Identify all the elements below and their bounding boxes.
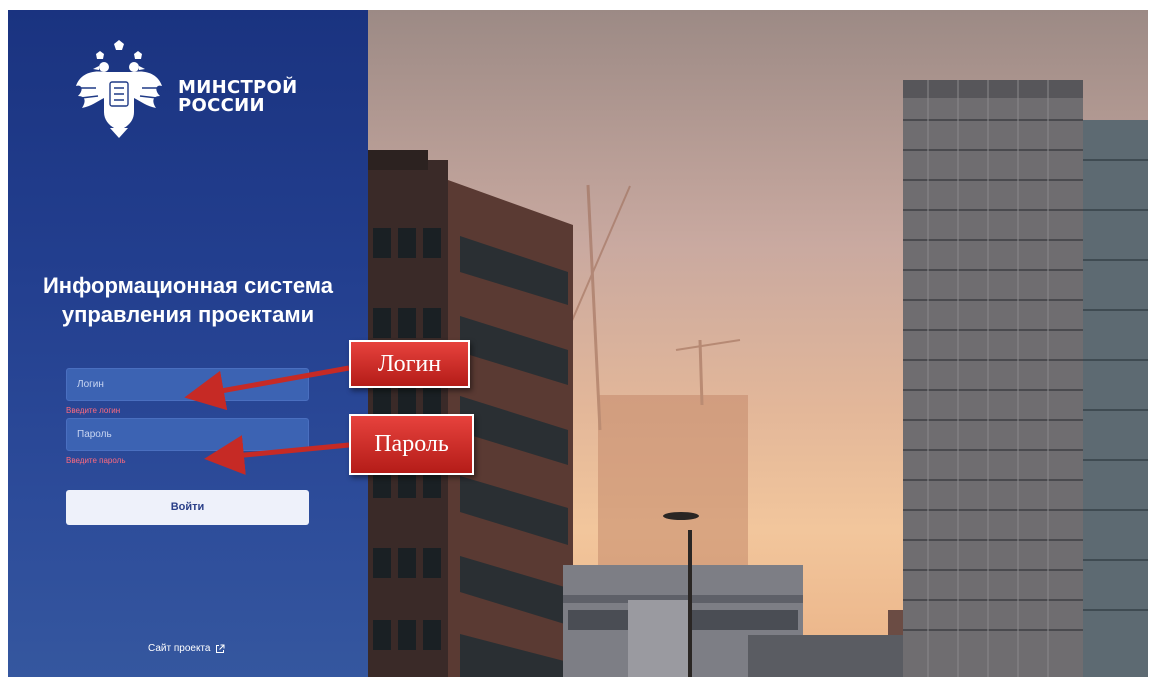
title-line-2: управления проектами xyxy=(61,302,315,327)
project-site-link[interactable]: Сайт проекта xyxy=(148,643,225,654)
external-link-icon xyxy=(216,644,225,653)
title-line-1: Информационная система xyxy=(42,273,334,298)
brand-logotype: МИНСТРОЙ РОССИИ xyxy=(178,79,298,115)
city-skyline-illustration xyxy=(368,80,1148,677)
right-tower xyxy=(903,80,1148,677)
page-title: Информационная система управления проект… xyxy=(8,271,368,329)
auth-panel: МИНСТРОЙ РОССИИ Информационная система у… xyxy=(8,10,368,677)
project-site-link-label: Сайт проекта xyxy=(148,643,211,654)
login-button[interactable]: Войти xyxy=(66,490,309,525)
password-annotation: Пароль xyxy=(349,414,474,475)
app-window: МИНСТРОЙ РОССИИ Информационная система у… xyxy=(8,10,1148,677)
background-photo xyxy=(368,10,1148,677)
brand-line-2: РОССИИ xyxy=(178,95,265,116)
password-input[interactable]: Пароль xyxy=(66,418,309,451)
coat-of-arms-icon xyxy=(76,40,162,138)
login-input[interactable]: Логин xyxy=(66,368,309,401)
login-error-text: Введите логин xyxy=(66,406,121,415)
login-annotation: Логин xyxy=(349,340,470,388)
password-error-text: Введите пароль xyxy=(66,456,126,465)
